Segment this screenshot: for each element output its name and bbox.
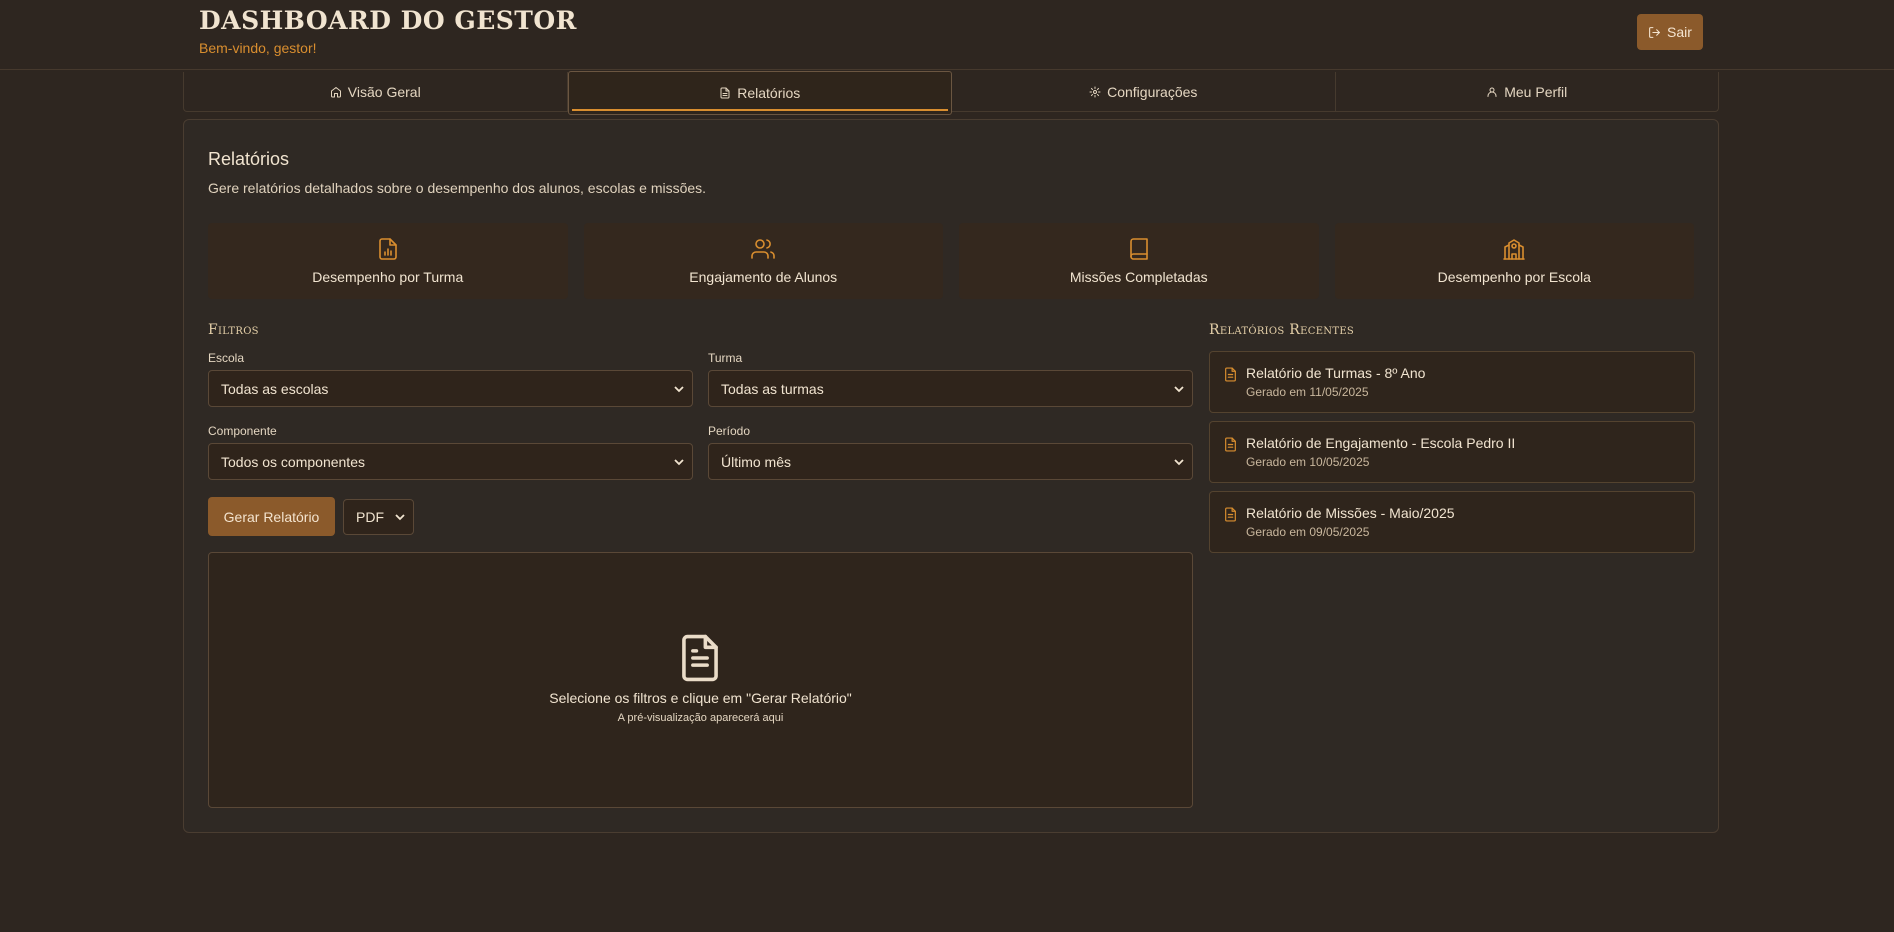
period-select-value: Último mês xyxy=(721,453,792,470)
page-title: DASHBOARD DO GESTOR xyxy=(199,6,577,35)
report-card-school-performance[interactable]: Desempenho por Escola xyxy=(1334,223,1694,299)
class-select[interactable]: Todas as turmas xyxy=(708,370,1193,407)
tab-label: Visão Geral xyxy=(347,83,421,100)
report-card-label: Desempenho por Turma xyxy=(312,269,464,285)
recent-report-title: Relatório de Missões - Maio/2025 xyxy=(1246,505,1455,521)
tab-reports[interactable]: Relatórios xyxy=(567,71,952,115)
section-description: Gere relatórios detalhados sobre o desem… xyxy=(208,180,707,196)
header: DASHBOARD DO GESTOR Bem-vindo, gestor! S… xyxy=(0,0,1894,70)
tab-bar: Visão Geral Relatórios Configurações Meu… xyxy=(183,71,1719,115)
book-icon xyxy=(1129,238,1148,260)
recent-reports-title: Relatórios Recentes xyxy=(1209,322,1355,338)
file-icon xyxy=(1225,507,1236,522)
file-icon xyxy=(1225,367,1236,382)
report-card-class-performance[interactable]: Desempenho por Turma xyxy=(208,223,568,299)
format-select-value: PDF xyxy=(356,509,384,525)
chevron-down-icon xyxy=(674,386,684,393)
logout-button[interactable]: Sair xyxy=(1637,14,1703,50)
recent-report-date: Gerado em 10/05/2025 xyxy=(1246,455,1370,469)
section-title: Relatórios xyxy=(208,149,290,169)
file-chart-icon xyxy=(378,238,397,260)
logout-icon xyxy=(1649,26,1660,38)
tab-label: Configurações xyxy=(1107,83,1198,100)
report-card-label: Missões Completadas xyxy=(1069,269,1208,285)
chevron-down-icon xyxy=(1174,459,1184,466)
report-card-student-engagement[interactable]: Engajamento de Alunos xyxy=(583,223,943,299)
file-icon xyxy=(1225,437,1236,452)
tab-label: Meu Perfil xyxy=(1504,83,1568,100)
gear-icon xyxy=(1089,86,1101,97)
recent-report-item[interactable]: Relatório de Missões - Maio/2025 Gerado … xyxy=(1209,491,1695,553)
recent-report-date: Gerado em 09/05/2025 xyxy=(1246,525,1370,539)
component-select[interactable]: Todos os componentes xyxy=(208,443,693,480)
chevron-down-icon xyxy=(1174,386,1184,393)
recent-report-title: Relatório de Engajamento - Escola Pedro … xyxy=(1246,435,1516,451)
report-type-cards: Desempenho por Turma Engajamento de Alun… xyxy=(208,223,1694,299)
filters-title: Filtros xyxy=(208,322,259,338)
tab-settings[interactable]: Configurações xyxy=(952,72,1336,111)
class-label: Turma xyxy=(708,351,743,365)
format-select[interactable]: PDF xyxy=(343,499,414,535)
welcome-text: Bem-vindo, gestor! xyxy=(199,40,317,56)
period-select[interactable]: Último mês xyxy=(708,443,1193,480)
logout-label: Sair xyxy=(1667,24,1692,40)
user-icon xyxy=(1487,87,1497,97)
tab-overview[interactable]: Visão Geral xyxy=(184,72,568,111)
period-label: Período xyxy=(708,424,751,438)
report-card-label: Desempenho por Escola xyxy=(1437,269,1591,285)
recent-report-item[interactable]: Relatório de Engajamento - Escola Pedro … xyxy=(1209,421,1695,483)
component-label: Componente xyxy=(208,424,277,438)
recent-report-item[interactable]: Relatório de Turmas - 8º Ano Gerado em 1… xyxy=(1209,351,1695,413)
component-select-value: Todos os componentes xyxy=(221,453,365,470)
recent-report-title: Relatório de Turmas - 8º Ano xyxy=(1246,365,1426,381)
class-select-value: Todas as turmas xyxy=(721,380,824,397)
school-select-value: Todas as escolas xyxy=(221,380,329,397)
school-label: Escola xyxy=(208,351,245,365)
preview-hint: A pré-visualização aparecerá aqui xyxy=(617,712,784,724)
school-icon xyxy=(1503,239,1526,260)
reports-panel: Relatórios Gere relatórios detalhados so… xyxy=(183,119,1719,833)
report-preview: Selecione os filtros e clique em "Gerar … xyxy=(208,552,1193,808)
document-icon xyxy=(682,634,718,682)
tab-profile[interactable]: Meu Perfil xyxy=(1336,72,1719,111)
recent-report-date: Gerado em 11/05/2025 xyxy=(1246,385,1369,399)
chevron-down-icon xyxy=(674,459,684,466)
report-card-completed-missions[interactable]: Missões Completadas xyxy=(959,223,1319,299)
tab-label: Relatórios xyxy=(737,85,801,101)
generate-report-button[interactable]: Gerar Relatório xyxy=(208,497,335,536)
file-icon xyxy=(720,87,730,99)
users-icon xyxy=(751,239,776,259)
chevron-down-icon xyxy=(395,514,405,521)
preview-message: Selecione os filtros e clique em "Gerar … xyxy=(549,690,852,706)
school-select[interactable]: Todas as escolas xyxy=(208,370,693,407)
report-card-label: Engajamento de Alunos xyxy=(689,269,838,285)
home-icon xyxy=(330,86,341,97)
